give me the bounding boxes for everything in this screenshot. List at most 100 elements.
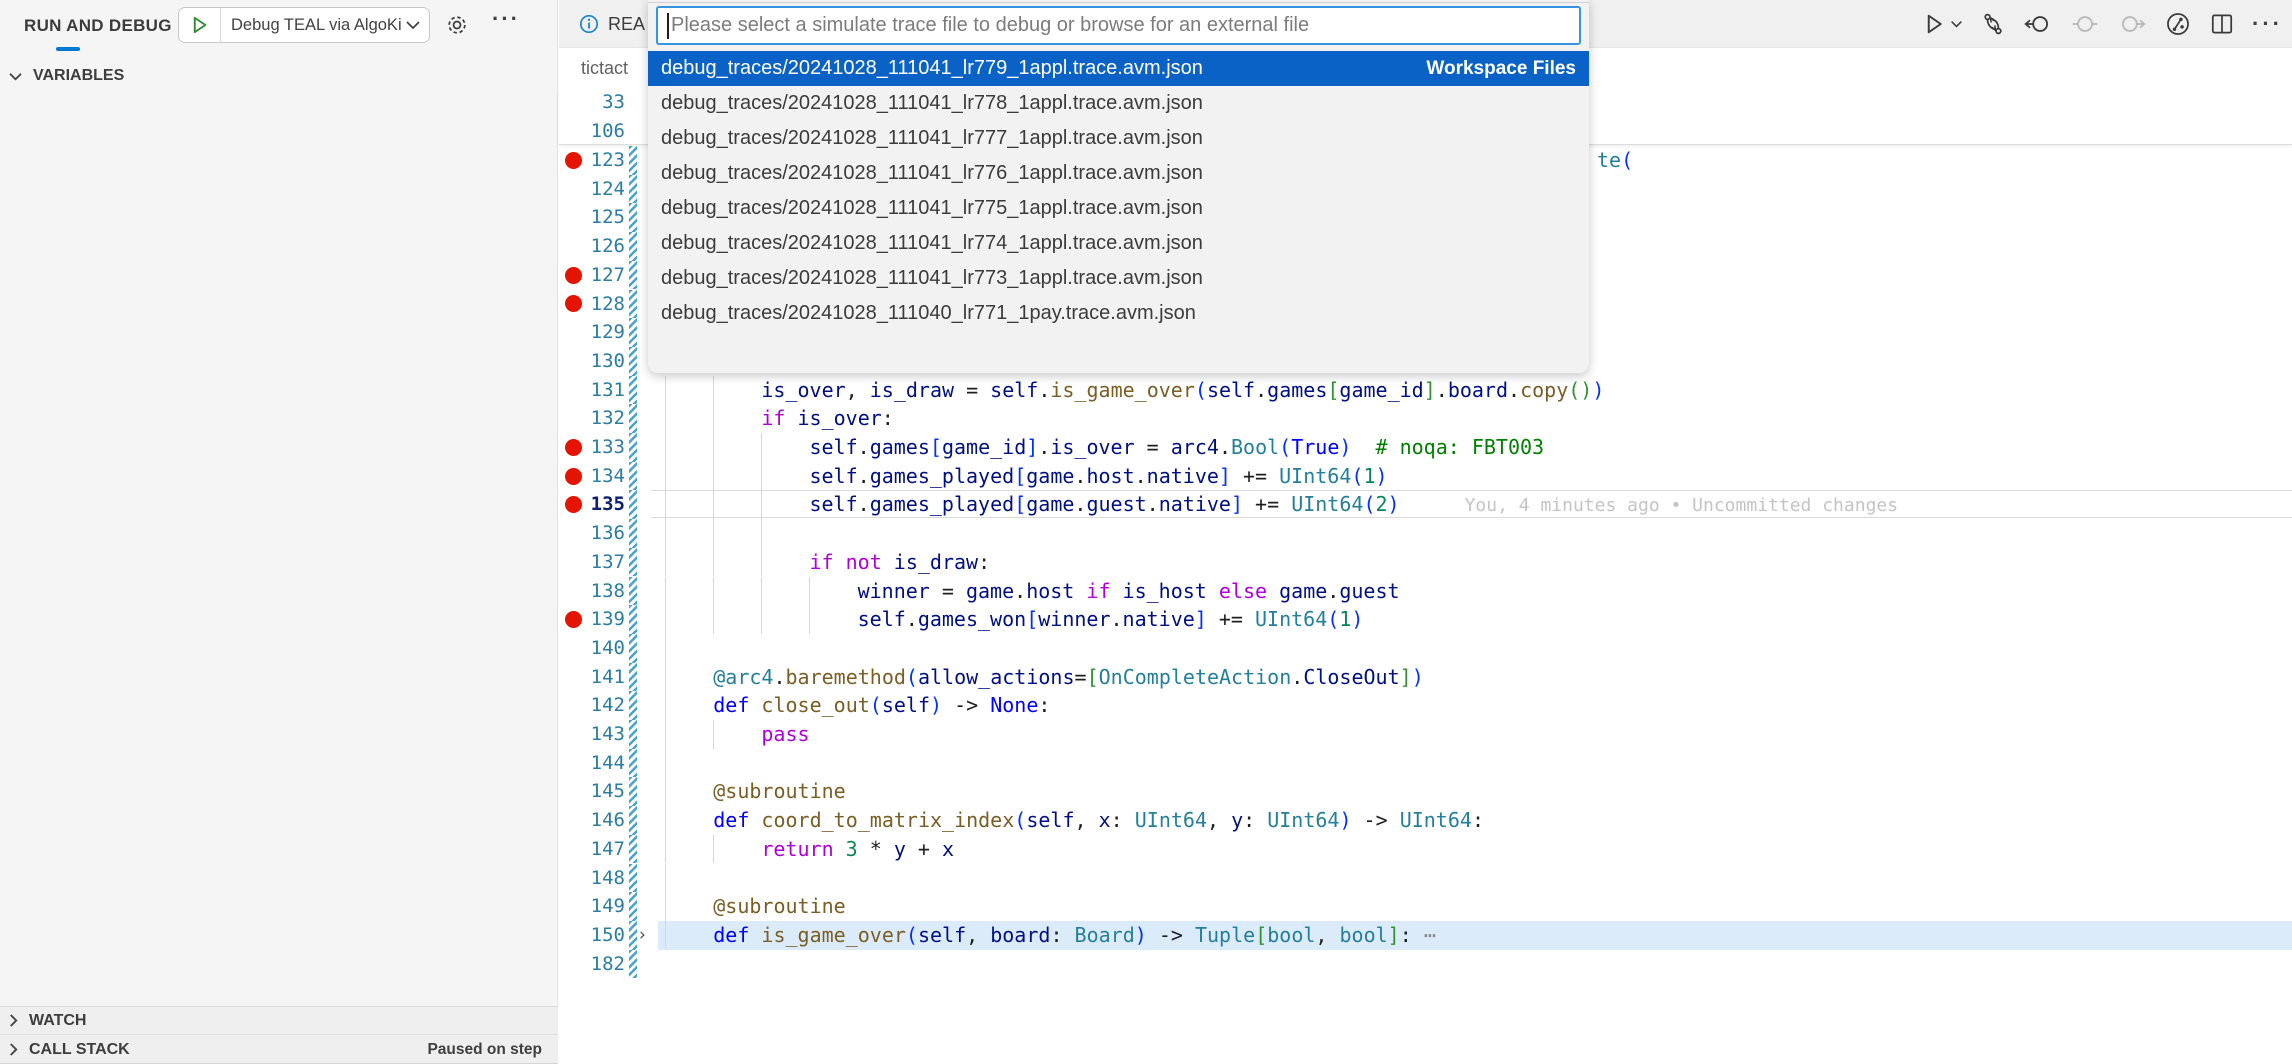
code-line-149[interactable]: 149@subroutine <box>559 892 2292 921</box>
code-text: is_over, is_draw = self.is_game_over(sel… <box>617 376 1604 405</box>
code-token: winner <box>858 579 930 603</box>
code-line-150[interactable]: 150›def is_game_over(self, board: Board)… <box>559 921 2292 950</box>
sidebar-section-watch[interactable]: WATCH <box>0 1006 558 1035</box>
code-line-135[interactable]: 135self.games_played[game.guest.native] … <box>559 490 2292 519</box>
code-text: def close_out(self) -> None: <box>617 691 1050 720</box>
sidebar-section-call-stack[interactable]: CALL STACK Paused on step <box>0 1036 558 1064</box>
line-number[interactable]: 144 <box>559 749 625 778</box>
sidebar-more-actions-button[interactable]: ··· <box>492 6 520 32</box>
quickpick-item[interactable]: debug_traces/20241028_111041_lr775_1appl… <box>648 191 1589 226</box>
code-token: Board <box>1075 923 1135 947</box>
code-token: = <box>930 579 966 603</box>
quickpick-item[interactable]: debug_traces/20241028_111041_lr776_1appl… <box>648 156 1589 191</box>
code-line-147[interactable]: 147return 3 * y + x <box>559 835 2292 864</box>
start-debug-button[interactable] <box>179 8 221 42</box>
code-token: ) <box>1339 808 1351 832</box>
line-number[interactable]: 132 <box>559 404 625 433</box>
code-line-131[interactable]: 131is_over, is_draw = self.is_game_over(… <box>559 376 2292 405</box>
line-number[interactable]: 182 <box>559 950 625 979</box>
quickpick-item-label: debug_traces/20241028_111041_lr776_1appl… <box>661 162 1203 185</box>
debug-config-picker[interactable]: Debug TEAL via AlgoKi <box>178 7 430 43</box>
tab-readme[interactable]: REA <box>573 0 651 48</box>
code-line-132[interactable]: 132if is_over: <box>559 404 2292 433</box>
quickpick-item[interactable]: debug_traces/20241028_111041_lr774_1appl… <box>648 226 1589 261</box>
code-token: self <box>809 492 857 516</box>
code-line-139[interactable]: 139self.games_won[winner.native] += UInt… <box>559 605 2292 634</box>
line-number[interactable]: 137 <box>559 548 625 577</box>
line-number[interactable]: 150 <box>559 921 625 950</box>
current-transaction-button[interactable] <box>2070 11 2100 37</box>
line-number[interactable]: 124 <box>559 175 625 204</box>
code-line-134[interactable]: 134self.games_played[game.host.native] +… <box>559 462 2292 491</box>
more-actions-icon[interactable]: ··· <box>2252 11 2286 37</box>
line-number[interactable]: 147 <box>559 835 625 864</box>
line-number[interactable]: 149 <box>559 892 625 921</box>
quickpick-item[interactable]: debug_traces/20241028_111041_lr779_1appl… <box>648 51 1589 86</box>
code-token: . <box>1219 435 1231 459</box>
sidebar-section-variables[interactable]: VARIABLES <box>0 60 558 92</box>
code-token: is_draw <box>870 378 954 402</box>
quickpick-item[interactable]: debug_traces/20241028_111041_lr778_1appl… <box>648 86 1589 121</box>
quickpick-item[interactable]: debug_traces/20241028_111041_lr773_1appl… <box>648 261 1589 296</box>
code-line-141[interactable]: 141@arc4.baremethod(allow_actions=[OnCom… <box>559 663 2292 692</box>
line-number[interactable]: 143 <box>559 720 625 749</box>
code-line-140[interactable]: 140 <box>559 634 2292 663</box>
code-line-146[interactable]: 146def coord_to_matrix_index(self, x: UI… <box>559 806 2292 835</box>
step-back-transaction-button[interactable] <box>2023 11 2053 37</box>
debug-settings-button[interactable] <box>444 12 470 38</box>
line-number[interactable]: 130 <box>559 347 625 376</box>
code-line-142[interactable]: 142def close_out(self) -> None: <box>559 691 2292 720</box>
line-number[interactable]: 136 <box>559 519 625 548</box>
line-number[interactable]: 129 <box>559 318 625 347</box>
code-line-148[interactable]: 148 <box>559 864 2292 893</box>
code-token: def <box>713 923 749 947</box>
line-number[interactable]: 125 <box>559 203 625 232</box>
trace-swap-button[interactable] <box>1980 11 2006 37</box>
code-line-182[interactable]: 182 <box>559 950 2292 979</box>
breadcrumb-file-item[interactable]: tictact <box>581 58 628 79</box>
line-number[interactable]: 148 <box>559 864 625 893</box>
line-number[interactable]: 142 <box>559 691 625 720</box>
line-number[interactable]: 135 <box>559 490 625 519</box>
code-token: . <box>1508 378 1520 402</box>
step-forward-transaction-button[interactable] <box>2117 11 2147 37</box>
line-number[interactable]: 145 <box>559 777 625 806</box>
split-editor-button[interactable] <box>2209 11 2235 37</box>
code-line-145[interactable]: 145 @subroutine <box>559 777 2292 806</box>
code-token: ( <box>1351 464 1363 488</box>
line-number[interactable]: 140 <box>559 634 625 663</box>
line-number[interactable]: 123 <box>559 146 625 175</box>
line-number[interactable]: 127 <box>559 261 625 290</box>
code-line-138[interactable]: 138winner = game.host if is_host else ga… <box>559 577 2292 606</box>
line-number[interactable]: 141 <box>559 663 625 692</box>
line-number[interactable]: 33 <box>559 88 625 117</box>
code-line-136[interactable]: 136 <box>559 519 2292 548</box>
quickpick-item[interactable]: debug_traces/20241028_111040_lr771_1pay.… <box>648 296 1589 331</box>
code-text: winner = game.host if is_host else game.… <box>617 577 1400 606</box>
line-number[interactable]: 106 <box>559 117 625 146</box>
line-number[interactable]: 139 <box>559 605 625 634</box>
code-line-137[interactable]: 137if not is_draw: <box>559 548 2292 577</box>
line-number[interactable]: 131 <box>559 376 625 405</box>
line-number[interactable]: 126 <box>559 232 625 261</box>
code-line-144[interactable]: 144 <box>559 749 2292 778</box>
code-token: : <box>1111 808 1135 832</box>
code-token: 3 <box>846 837 858 861</box>
line-number[interactable]: 134 <box>559 462 625 491</box>
line-number[interactable]: 138 <box>559 577 625 606</box>
code-token: @subroutine <box>713 779 845 803</box>
code-token: ( <box>1279 435 1291 459</box>
quickpick-input[interactable]: Please select a simulate trace file to d… <box>656 6 1581 45</box>
quickpick-item[interactable]: debug_traces/20241028_111041_lr777_1appl… <box>648 121 1589 156</box>
run-python-file-button[interactable] <box>1922 12 1963 36</box>
code-line-133[interactable]: 133self.games[game_id].is_over = arc4.Bo… <box>559 433 2292 462</box>
line-number[interactable]: 133 <box>559 433 625 462</box>
code-line-143[interactable]: 143pass <box>559 720 2292 749</box>
debug-play-icon <box>190 15 209 35</box>
commit-graph-button[interactable] <box>2164 10 2192 38</box>
code-token: . <box>1038 435 1050 459</box>
chevron-right-icon <box>8 1013 19 1028</box>
code-token: ) <box>1135 923 1147 947</box>
line-number[interactable]: 146 <box>559 806 625 835</box>
line-number[interactable]: 128 <box>559 290 625 319</box>
